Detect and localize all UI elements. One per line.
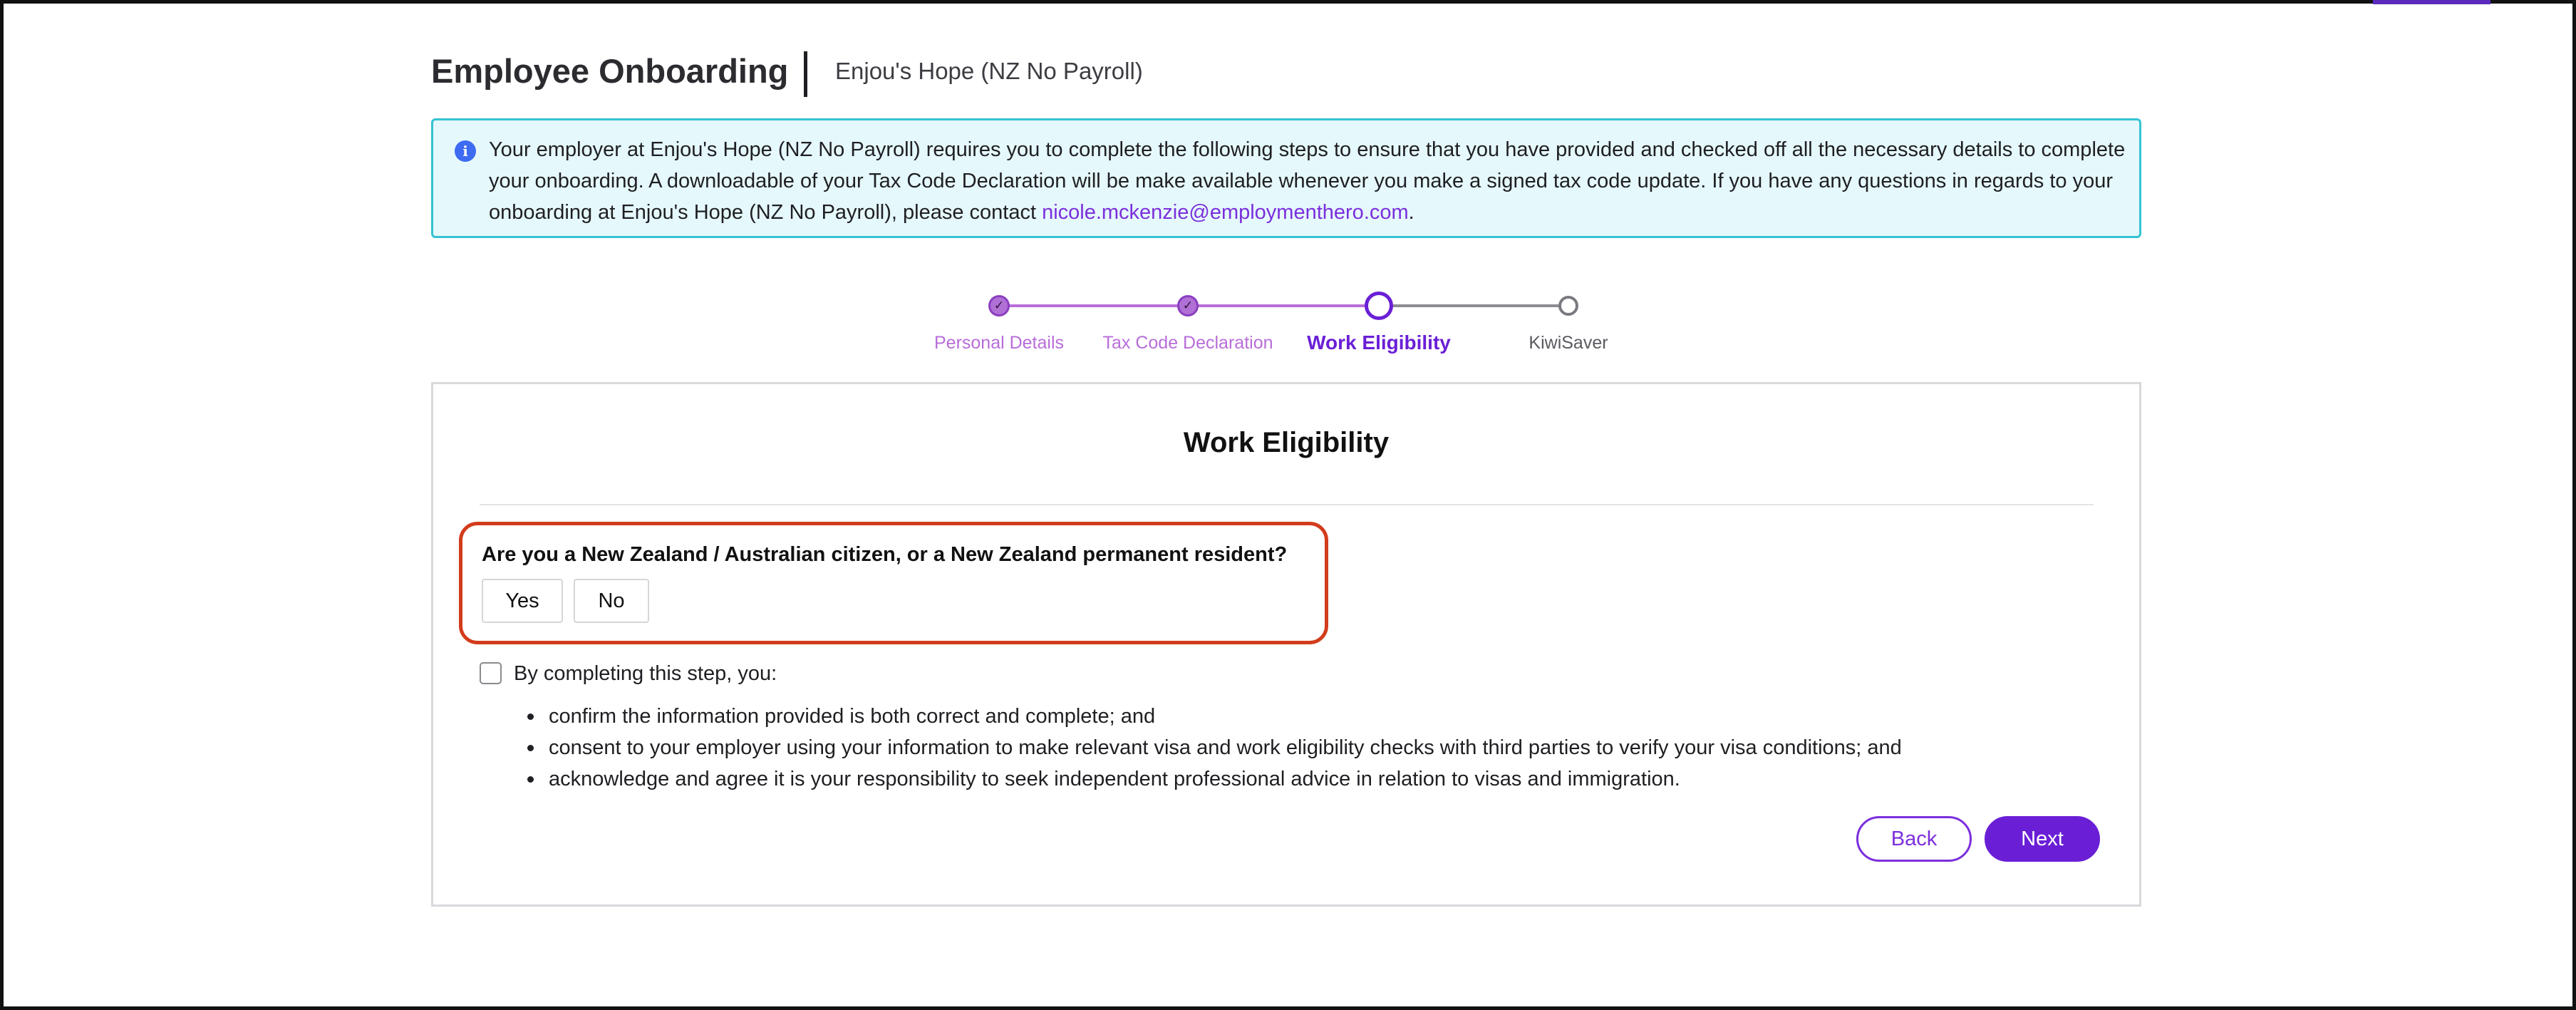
step-label-tax-code-declaration[interactable]: Tax Code Declaration [1081,331,1295,355]
step-label-kiwisaver: KiwiSaver [1528,333,1608,353]
step-connector-1 [999,304,1188,307]
progress-stepper: ✓ ✓ Personal Details Tax Code Declaratio… [431,285,2141,364]
step-connector-3 [1377,304,1568,307]
no-button[interactable]: No [574,579,649,623]
step-3-current-marker [1365,292,1393,320]
card-divider [480,504,2094,505]
step-label-personal-details[interactable]: Personal Details [892,331,1106,355]
check-icon: ✓ [1182,299,1194,312]
bullet [527,776,534,783]
consent-item: consent to your employer using your info… [527,732,2116,763]
info-suffix: . [1408,201,1414,224]
consent-item-text: acknowledge and agree it is your respons… [549,768,1680,790]
yes-button[interactable]: Yes [482,579,563,623]
step-2-done-marker: ✓ [1177,295,1199,316]
check-icon: ✓ [993,299,1005,312]
page-header: Employee Onboarding Enjou's Hope (NZ No … [431,50,2141,100]
company-name: Enjou's Hope (NZ No Payroll) [835,58,1143,84]
card-title: Work Eligibility [1183,427,1390,458]
next-button[interactable]: Next [1985,816,2100,862]
step-connector-2 [1188,304,1377,307]
consent-item-text: consent to your employer using your info… [549,736,1902,759]
consent-item: confirm the information provided is both… [527,701,2116,732]
consent-label: By completing this step, you: [514,662,777,685]
consent-checkbox[interactable] [480,662,502,684]
step-1-done-marker: ✓ [988,295,1010,316]
info-banner: i Your employer at Enjou's Hope (NZ No P… [431,118,2141,238]
top-accent-bar [2373,0,2490,4]
work-eligibility-card: Work Eligibility Are you a New Zealand /… [431,382,2141,907]
bullet [527,713,534,720]
header-divider [804,51,807,97]
citizenship-question-highlight: Are you a New Zealand / Australian citiz… [459,522,1328,644]
consent-item-text: confirm the information provided is both… [549,705,1156,728]
info-icon: i [455,140,476,162]
back-button[interactable]: Back [1856,816,1972,862]
citizenship-question: Are you a New Zealand / Australian citiz… [482,543,1288,566]
step-4-todo-marker [1558,296,1578,316]
bullet [527,745,534,751]
step-label-work-eligibility: Work Eligibility [1307,331,1451,354]
consent-item: acknowledge and agree it is your respons… [527,763,2116,795]
page-title: Employee Onboarding [431,52,789,90]
consent-list: confirm the information provided is both… [527,701,2116,795]
info-text: Your employer at Enjou's Hope (NZ No Pay… [489,134,2128,228]
contact-email-link[interactable]: nicole.mckenzie@employmenthero.com [1042,201,1409,224]
